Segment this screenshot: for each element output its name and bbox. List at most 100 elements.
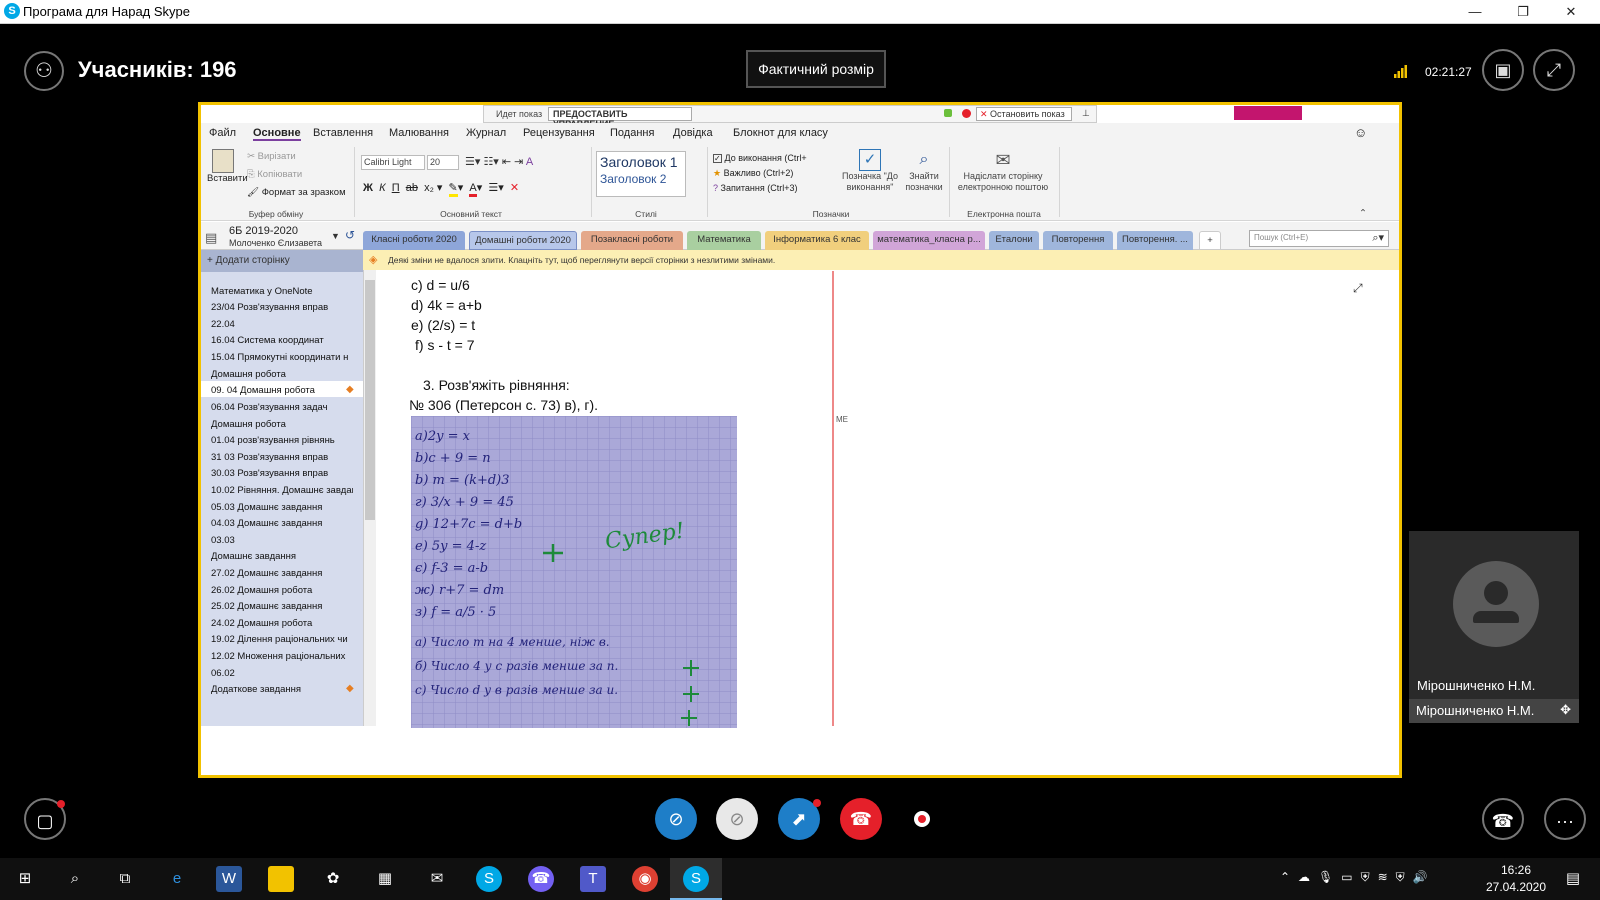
search-icon[interactable]: ⌕▾ [1372, 231, 1384, 245]
participants-icon[interactable]: ⚇ [24, 51, 64, 91]
page-item[interactable]: 06.04 Розв'язування задач [211, 402, 353, 413]
clear-format-icon[interactable]: A [526, 156, 533, 168]
pin-icon[interactable]: ⊥ [1082, 108, 1090, 119]
restore-button[interactable]: ❐ [1500, 0, 1546, 24]
recording-indicator[interactable] [914, 811, 930, 827]
menu-class-notebook[interactable]: Блокнот для класу [733, 127, 828, 139]
move-icon[interactable]: ✥ [1560, 702, 1571, 718]
file-explorer-icon[interactable] [268, 866, 294, 892]
teams-icon[interactable]: T [580, 866, 606, 892]
menu-help[interactable]: Довідка [673, 127, 713, 139]
email-page-button[interactable]: ✉ Надіслати сторінку електронною поштою [953, 149, 1053, 193]
menu-review[interactable]: Рецензування [523, 127, 595, 139]
tag-important[interactable]: ★ Важливо (Ctrl+2) [713, 168, 793, 179]
section-tab[interactable]: Інформатика 6 клас [765, 231, 869, 250]
page-item[interactable]: 15.04 Прямокутні координати н [211, 352, 353, 363]
styles-gallery[interactable]: Заголовок 1 Заголовок 2 [596, 151, 686, 197]
give-control-button[interactable]: ПРЕДОСТАВИТЬ УПРАВЛЕНИЕ [548, 107, 692, 129]
page-item[interactable]: Додаткове завдання [211, 684, 353, 695]
style-heading1[interactable]: Заголовок 1 [597, 152, 685, 172]
page-item[interactable]: 12.02 Множення раціональних [211, 651, 353, 662]
menu-draw[interactable]: Малювання [389, 127, 449, 139]
hang-up-button[interactable]: ☎ [840, 798, 882, 840]
page-item[interactable]: 01.04 розв'язування рівнянь [211, 435, 353, 446]
store-icon[interactable]: ▦ [372, 866, 398, 892]
page-item[interactable]: 03.03 [211, 535, 353, 546]
menu-file[interactable]: Файл [209, 127, 236, 139]
participant-bar[interactable]: Мірошниченко Н.М. ✥ [1409, 699, 1579, 723]
page-item[interactable]: Домашня робота [211, 419, 353, 430]
menu-history[interactable]: Журнал [466, 127, 506, 139]
delete-icon[interactable]: ✕ [510, 182, 519, 194]
page-item[interactable]: 24.02 Домашня робота [211, 618, 353, 629]
section-tab[interactable]: Класні роботи 2020 [363, 231, 465, 250]
section-tab[interactable]: Повторення. ... [1117, 231, 1193, 250]
skype-taskbar-icon[interactable]: S [476, 866, 502, 892]
page-item[interactable]: 31 03 Розв'язування вправ [211, 452, 353, 463]
cut-button[interactable]: ✂ Вирізати [247, 151, 296, 162]
text-format-buttons[interactable]: Ж К П ab x₂ ▾ ✎▾ A▾ ☰▾ ✕ [363, 181, 519, 197]
page-item[interactable]: 23/04 Розв'язування вправ [211, 302, 353, 313]
style-heading2[interactable]: Заголовок 2 [597, 172, 685, 186]
collapse-ribbon-icon[interactable]: ⌃ [1359, 208, 1367, 219]
notifications-icon[interactable]: ▤ [1560, 866, 1586, 892]
menu-insert[interactable]: Вставлення [313, 127, 373, 139]
list-buttons[interactable]: ☰▾ ☷▾ ⇤ ⇥ A [465, 155, 533, 168]
page-item[interactable]: 04.03 Домашнє завдання [211, 518, 353, 529]
paste-button[interactable]: Вставити [207, 149, 248, 184]
tag-todo[interactable]: ✓ До виконання (Ctrl+ [713, 153, 807, 163]
stop-sharing-button[interactable]: ✕ Остановить показ [976, 107, 1072, 121]
format-painter-button[interactable]: 🖌 Формат за зразком [247, 187, 346, 198]
video-off-button[interactable]: ⊘ [655, 798, 697, 840]
participant-video-tile[interactable]: Мірошниченко Н.М. [1409, 531, 1579, 723]
page-item[interactable]: Домашнє завдання [211, 551, 353, 562]
page-list-scrollbar[interactable] [363, 250, 376, 726]
clock-time[interactable]: 16:26 [1487, 863, 1545, 877]
section-tab-active[interactable]: Домашні роботи 2020 [469, 231, 577, 250]
skype-business-icon[interactable]: S [683, 866, 709, 892]
font-name-select[interactable]: Calibri Light [361, 155, 425, 170]
page-item[interactable]: 16.04 Система координат [211, 335, 353, 346]
mail-icon[interactable]: ✉ [424, 866, 450, 892]
page-item[interactable]: Домашня робота [211, 369, 353, 380]
word-icon[interactable]: W [216, 866, 242, 892]
page-item[interactable]: 25.02 Домашнє завдання [211, 601, 353, 612]
section-tab[interactable]: Позакласні роботи [581, 231, 683, 250]
clock-date[interactable]: 27.04.2020 [1476, 880, 1556, 894]
smiley-feedback-icon[interactable]: ☺ [1354, 125, 1367, 140]
back-icon[interactable]: ↺ [345, 228, 355, 242]
chrome-icon[interactable]: ◉ [632, 866, 658, 892]
call-controls-icon[interactable]: ☎ [1482, 798, 1524, 840]
more-options-button[interactable]: ··· [1544, 798, 1586, 840]
menu-home[interactable]: Основне [253, 127, 301, 141]
page-item[interactable]: 05.03 Домашнє завдання [211, 502, 353, 513]
page-item[interactable]: Математика у OneNote [211, 286, 353, 297]
page-item[interactable]: 06.02 [211, 668, 353, 679]
page-item[interactable]: 19.02 Ділення раціональних чи [211, 634, 353, 645]
actual-size-button[interactable]: Фактичний розмір [746, 50, 886, 88]
font-size-select[interactable]: 20 [427, 155, 459, 170]
merge-warning-bar[interactable]: ◈ Деякі зміни не вдалося злити. Клацніть… [363, 250, 1399, 270]
section-tab[interactable]: математика_класна р... [873, 231, 985, 250]
todo-tag-button[interactable]: ✓ Позначка "До виконання" [837, 149, 903, 193]
section-tab[interactable]: Математика [687, 231, 761, 250]
page-item[interactable]: 27.02 Домашнє завдання [211, 568, 353, 579]
page-item[interactable]: 26.02 Домашня робота [211, 585, 353, 596]
app-icon[interactable]: ✿ [320, 866, 346, 892]
section-tab[interactable]: Повторення [1043, 231, 1113, 250]
minimize-button[interactable]: — [1452, 0, 1498, 24]
viber-icon[interactable]: ☎ [528, 866, 554, 892]
edge-icon[interactable]: e [164, 866, 190, 892]
task-view-icon[interactable]: ⧉ [112, 866, 138, 892]
section-tab[interactable]: Еталони [989, 231, 1039, 250]
find-tags-button[interactable]: ⌕ Знайти позначки [904, 149, 944, 193]
fullscreen-icon[interactable]: ⤢ [1533, 49, 1575, 91]
layout-icon[interactable]: ▣ [1482, 49, 1524, 91]
search-taskbar-icon[interactable]: ⌕ [62, 866, 88, 892]
notebook-name[interactable]: 6Б 2019-2020 [229, 225, 298, 237]
add-page-button[interactable]: + Додати сторінку [201, 250, 363, 272]
menu-view[interactable]: Подання [610, 127, 654, 139]
copy-button[interactable]: ⎘ Копіювати [247, 169, 302, 180]
tag-question[interactable]: ? Запитання (Ctrl+3) [713, 183, 797, 193]
scrollbar-thumb[interactable] [365, 280, 375, 520]
